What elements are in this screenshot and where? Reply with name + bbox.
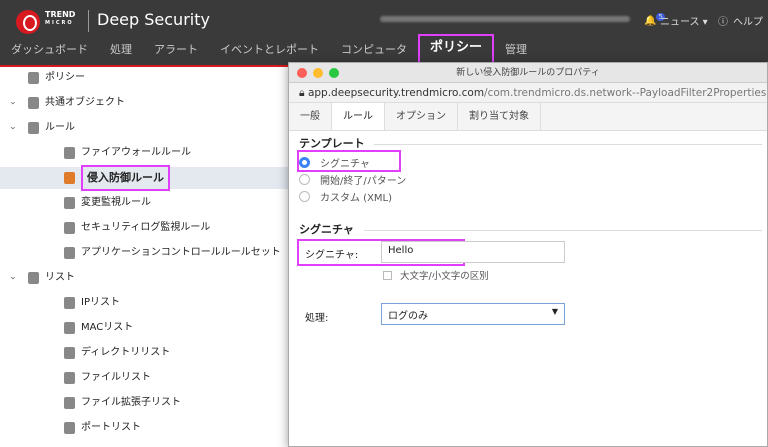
radio-icon: [299, 174, 310, 185]
tree-item-icon: [64, 422, 75, 434]
dialog-title: 新しい侵入防御ルールのプロパティ: [456, 68, 600, 78]
nav-dashboard[interactable]: ダッシュボード: [0, 42, 99, 64]
sidebar-item[interactable]: ファイル拡張子リスト: [64, 392, 181, 414]
tab-assigned-to[interactable]: 割り当て対象: [458, 103, 541, 130]
sidebar-item-label: MACリスト: [81, 322, 134, 333]
chevron-down-icon[interactable]: ›: [1, 276, 23, 280]
main-nav: ダッシュボード 処理 アラート イベントとレポート コンピュータ ポリシー 管理: [0, 34, 538, 64]
sidebar-item[interactable]: セキュリティログ監視ルール: [64, 217, 210, 239]
sidebar-item[interactable]: › 共通オブジェクト: [7, 92, 125, 114]
sidebar-item-label: アプリケーションコントロールルールセット: [81, 247, 281, 258]
sidebar-item[interactable]: ファイルリスト: [64, 367, 151, 389]
template-heading: テンプレート: [299, 137, 365, 150]
sidebar-item[interactable]: ディレクトリリスト: [64, 342, 170, 364]
signature-input[interactable]: Hello: [381, 241, 565, 263]
case-sensitive-checkbox[interactable]: 大文字/小文字の区別: [383, 268, 489, 282]
close-window-button[interactable]: [297, 68, 307, 78]
sidebar-item-label: ポリシー: [45, 72, 85, 83]
minimize-window-button[interactable]: [313, 68, 323, 78]
sidebar-tree: ポリシー › 共通オブジェクト › ルール ファイアウォールルール 侵入防御ルール 変更監視ル…: [0, 67, 290, 447]
sidebar-item-label: 侵入防御ルール: [81, 165, 170, 191]
signature-heading: シグニチャ: [299, 223, 354, 236]
sidebar-item[interactable]: 変更監視ルール: [64, 192, 151, 214]
nav-alerts[interactable]: アラート: [143, 42, 209, 64]
tree-item-icon: [64, 372, 75, 384]
dialog-titlebar: 新しい侵入防御ルールのプロパティ: [289, 63, 767, 83]
tab-rules[interactable]: ルール: [332, 103, 385, 130]
tree-item-icon: [64, 172, 75, 184]
nav-admin[interactable]: 管理: [494, 42, 538, 64]
chevron-down-icon[interactable]: ›: [1, 126, 23, 130]
sidebar-item[interactable]: MACリスト: [64, 317, 133, 339]
template-custom-xml-radio[interactable]: カスタム (XML): [299, 189, 392, 204]
divider: [88, 10, 89, 32]
rule-properties-dialog: 新しい侵入防御ルールのプロパティ 🔒︎ app.deepsecurity.tre…: [288, 62, 768, 447]
sidebar-item-label: 変更監視ルール: [81, 197, 151, 208]
help-link[interactable]: ヘルプ: [733, 13, 763, 28]
help-icon[interactable]: ⓘ: [718, 13, 728, 28]
tab-general[interactable]: 一般: [289, 103, 332, 130]
sidebar-item-label: ファイアウォールルール: [81, 147, 191, 158]
sidebar-item[interactable]: IPリスト: [64, 292, 120, 314]
tree-item-icon: [28, 97, 39, 109]
tree-item-icon: [64, 147, 75, 159]
radio-selected-icon: [299, 157, 310, 168]
lock-icon: 🔒︎: [299, 87, 308, 99]
divider: [374, 144, 762, 145]
sidebar-item[interactable]: › リスト: [7, 267, 75, 289]
sidebar-item-label: ディレクトリリスト: [81, 347, 171, 358]
sidebar-item[interactable]: アプリケーションコントロールルールセット: [64, 242, 281, 264]
tree-item-icon: [64, 347, 75, 359]
tree-item-icon: [64, 297, 75, 309]
sidebar-item-label: リスト: [45, 272, 75, 283]
nav-events-reports[interactable]: イベントとレポート: [209, 42, 330, 64]
radio-icon: [299, 191, 310, 202]
chevron-down-icon[interactable]: ›: [1, 101, 23, 105]
sidebar-item[interactable]: ファイアウォールルール: [64, 142, 191, 164]
template-signature-radio[interactable]: シグニチャ: [299, 155, 370, 170]
nav-actions[interactable]: 処理: [99, 42, 143, 64]
sidebar-item[interactable]: ポリシー: [28, 67, 85, 89]
news-menu[interactable]: ニュース ▾: [660, 13, 708, 28]
dialog-tabs: 一般 ルール オプション 割り当て対象: [289, 103, 767, 131]
brand: TREND MICRO: [45, 10, 76, 26]
action-label: 処理:: [305, 313, 329, 324]
user-account-blurred[interactable]: [380, 16, 630, 22]
sidebar-item[interactable]: › ルール: [7, 117, 75, 139]
tree-item-icon: [64, 197, 75, 209]
nav-policies[interactable]: ポリシー: [418, 34, 495, 64]
checkbox-icon: [383, 270, 392, 280]
header: TREND MICRO Deep Security 🔔 5 ニュース ▾ ⓘ ヘルプ…: [0, 0, 768, 65]
tree-item-icon: [28, 72, 39, 84]
sidebar-item[interactable]: ポートリスト: [64, 417, 141, 439]
tree-item-icon: [64, 222, 75, 234]
address-bar[interactable]: 🔒︎ app.deepsecurity.trendmicro.com/com.t…: [289, 83, 767, 103]
sidebar-item-label: ルール: [45, 122, 75, 133]
sidebar-item-label: ファイルリスト: [81, 372, 151, 383]
sidebar-item-label: ポートリスト: [81, 422, 141, 433]
app-title: Deep Security: [97, 10, 210, 29]
divider: [364, 230, 762, 231]
nav-computers[interactable]: コンピュータ: [330, 42, 418, 64]
sidebar-item-label: 共通オブジェクト: [45, 97, 125, 108]
chevron-down-icon: ▼: [551, 307, 558, 316]
sidebar-item-label: セキュリティログ監視ルール: [81, 222, 211, 233]
sidebar-item-label: IPリスト: [81, 297, 120, 308]
tree-item-icon: [28, 122, 39, 134]
signature-label: シグニチャ:: [305, 250, 359, 261]
action-select[interactable]: ログのみ ▼: [381, 303, 565, 325]
maximize-window-button[interactable]: [329, 68, 339, 78]
tree-item-icon: [64, 322, 75, 334]
sidebar-item[interactable]: 侵入防御ルール: [0, 165, 290, 191]
tab-options[interactable]: オプション: [385, 103, 458, 130]
sidebar-item-label: ファイル拡張子リスト: [81, 397, 181, 408]
tree-item-icon: [64, 247, 75, 259]
trend-micro-logo-icon: [16, 10, 40, 34]
template-start-end-pattern-radio[interactable]: 開始/終了/パターン: [299, 172, 406, 187]
tree-item-icon: [64, 397, 75, 409]
tree-item-icon: [28, 272, 39, 284]
